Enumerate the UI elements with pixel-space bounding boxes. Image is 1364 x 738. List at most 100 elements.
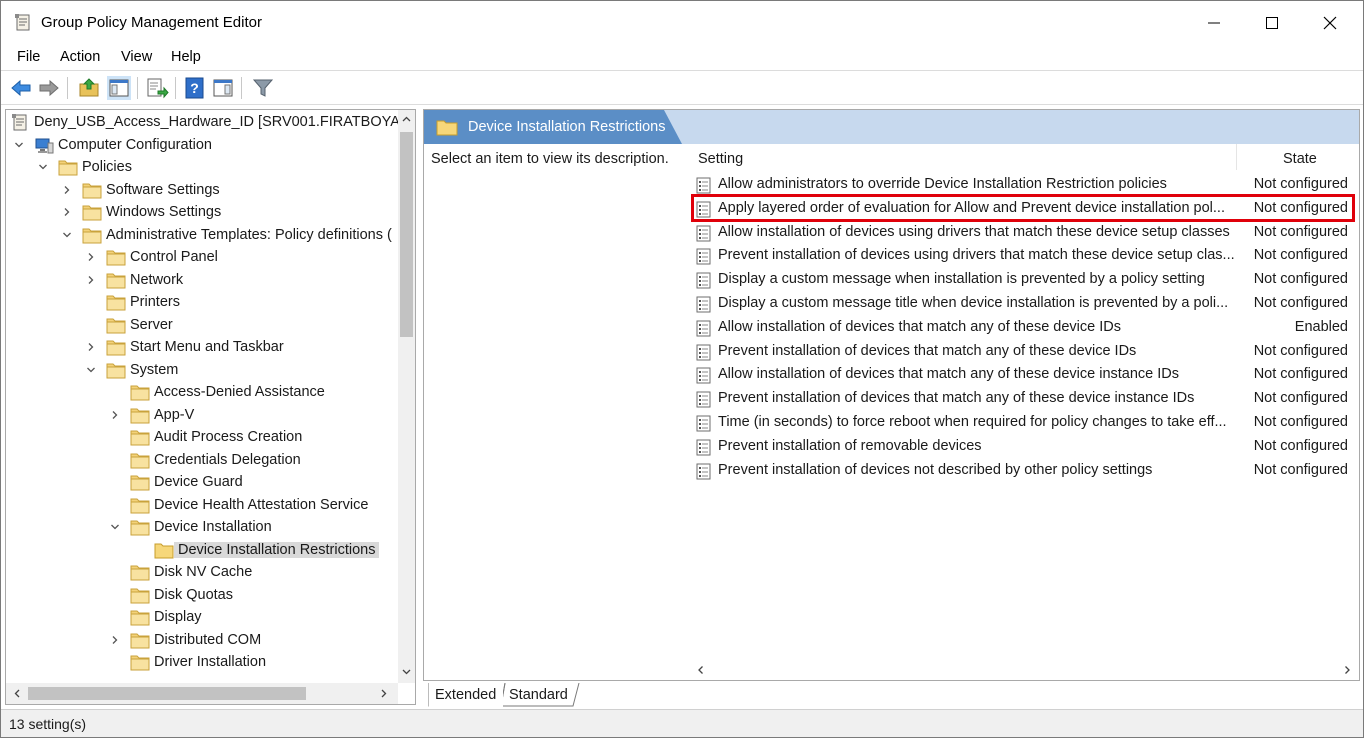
chevron-down-icon[interactable] [86,365,96,375]
setting-row[interactable]: Apply layered order of evaluation for Al… [692,197,1356,221]
setting-state: Not configured [1253,176,1348,192]
column-divider[interactable] [1236,144,1237,170]
scroll-down-icon[interactable] [401,666,412,677]
setting-row[interactable]: Allow installation of devices using driv… [692,221,1356,245]
chevron-down-icon[interactable] [38,162,48,172]
tree-item[interactable]: Driver Installation [6,652,398,674]
menu-view[interactable]: View [121,49,152,65]
help-button[interactable]: ? [183,76,207,100]
tree-item[interactable]: Distributed COM [6,630,398,652]
toolbar-separator [175,77,176,99]
setting-state: Not configured [1253,295,1348,311]
chevron-down-icon[interactable] [14,140,24,150]
tree-item[interactable]: Device Guard [6,472,398,494]
setting-row[interactable]: Prevent installation of devices using dr… [692,244,1356,268]
setting-row[interactable]: Allow installation of devices that match… [692,363,1356,387]
chevron-right-icon[interactable] [86,252,96,262]
tree-item[interactable]: Software Settings [6,180,398,202]
tree-item[interactable]: System [6,360,398,382]
column-header-state[interactable]: State [1283,151,1317,167]
folder-icon [106,363,126,378]
details-horizontal-scrollbar[interactable] [692,660,1359,680]
setting-state: Not configured [1253,461,1348,478]
setting-name: Display a custom message title when devi… [718,295,1229,311]
chevron-right-icon[interactable] [86,342,96,352]
tab-extended[interactable]: Extended [429,683,503,707]
tree-item[interactable]: Disk Quotas [6,585,398,607]
setting-state: Not configured [1253,342,1348,359]
setting-name: Time (in seconds) to force reboot when r… [718,414,1227,430]
folder-icon [130,498,150,513]
tree-item[interactable]: Network [6,270,398,292]
tree-item[interactable]: App-V [6,405,398,427]
scroll-up-icon[interactable] [401,114,412,125]
toolbar-separator [137,77,138,99]
setting-row[interactable]: Allow installation of devices that match… [692,316,1356,340]
scroll-right-icon[interactable] [1342,665,1352,675]
folder-icon [130,655,150,671]
scrollbar-thumb[interactable] [28,687,306,700]
tree-item[interactable]: Printers [6,292,398,314]
minimize-button[interactable] [1185,1,1243,45]
tree-item[interactable]: Start Menu and Taskbar [6,337,398,359]
up-one-level-button[interactable] [77,76,101,100]
setting-row[interactable]: Prevent installation of devices not desc… [692,459,1356,483]
chevron-down-icon[interactable] [110,522,120,532]
show-hide-action-pane-button[interactable] [211,76,235,100]
tree-item-label: Device Health Attestation Service [154,496,369,513]
chevron-right-icon[interactable] [62,207,72,217]
chevron-right-icon[interactable] [62,185,72,195]
tree-item[interactable]: Credentials Delegation [6,450,398,472]
tree-horizontal-scrollbar[interactable] [6,683,398,704]
tree-item[interactable]: Policies [6,157,398,179]
setting-row[interactable]: Prevent installation of devices that mat… [692,387,1356,411]
tree-item[interactable]: Disk NV Cache [6,562,398,584]
tree-item[interactable]: Display [6,607,398,629]
setting-row[interactable]: Prevent installation of removable device… [692,435,1356,459]
tree-item-label: Printers [130,294,180,310]
forward-button[interactable] [37,76,61,100]
scroll-left-icon[interactable] [12,688,23,699]
folder-icon [130,385,150,401]
tree-item[interactable]: Access-Denied Assistance [6,382,398,404]
chevron-down-icon[interactable] [62,230,72,240]
maximize-button[interactable] [1243,1,1301,45]
scroll-left-icon[interactable] [696,665,706,675]
close-button[interactable] [1301,1,1359,45]
tree-item-label: Software Settings [106,181,220,198]
tab-standard[interactable]: Standard [503,683,579,707]
tree-item[interactable]: Audit Process Creation [6,427,398,449]
export-list-button[interactable] [145,76,169,100]
setting-name: Prevent installation of devices that mat… [718,390,1195,407]
tree-item[interactable]: Device Installation Restrictions [6,540,398,562]
tree-item[interactable]: Windows Settings [6,202,398,224]
tree-item[interactable]: Device Health Attestation Service [6,495,398,517]
column-header-setting[interactable]: Setting [698,151,743,167]
filter-button[interactable] [251,76,275,100]
chevron-right-icon[interactable] [110,410,120,420]
setting-name: Prevent installation of devices not desc… [718,461,1153,478]
chevron-right-icon[interactable] [86,275,96,285]
setting-row[interactable]: Time (in seconds) to force reboot when r… [692,411,1356,435]
setting-row[interactable]: Display a custom message title when devi… [692,292,1356,316]
back-button[interactable] [9,76,33,100]
tree-item[interactable]: Control Panel [6,247,398,269]
setting-row[interactable]: Display a custom message when installati… [692,268,1356,292]
tree-item[interactable]: Device Installation [6,517,398,539]
show-hide-tree-button[interactable] [107,76,131,100]
setting-row[interactable]: Allow administrators to override Device … [692,173,1356,197]
tree-item[interactable]: Computer Configuration [6,135,398,157]
scroll-right-icon[interactable] [378,688,389,699]
menu-file[interactable]: File [17,49,40,65]
setting-row[interactable]: Prevent installation of devices that mat… [692,340,1356,364]
tree-item[interactable]: Deny_USB_Access_Hardware_ID [SRV001.FIRA… [6,112,415,134]
tree-item[interactable]: Administrative Templates: Policy definit… [6,225,398,247]
menu-action[interactable]: Action [60,49,100,65]
tree-item[interactable]: Server [6,315,398,337]
folder-icon [130,610,150,626]
scrollbar-thumb[interactable] [400,132,413,337]
tree-vertical-scrollbar[interactable] [398,110,415,683]
status-text: 13 setting(s) [9,716,87,732]
chevron-right-icon[interactable] [110,635,120,645]
menu-help[interactable]: Help [171,49,201,65]
